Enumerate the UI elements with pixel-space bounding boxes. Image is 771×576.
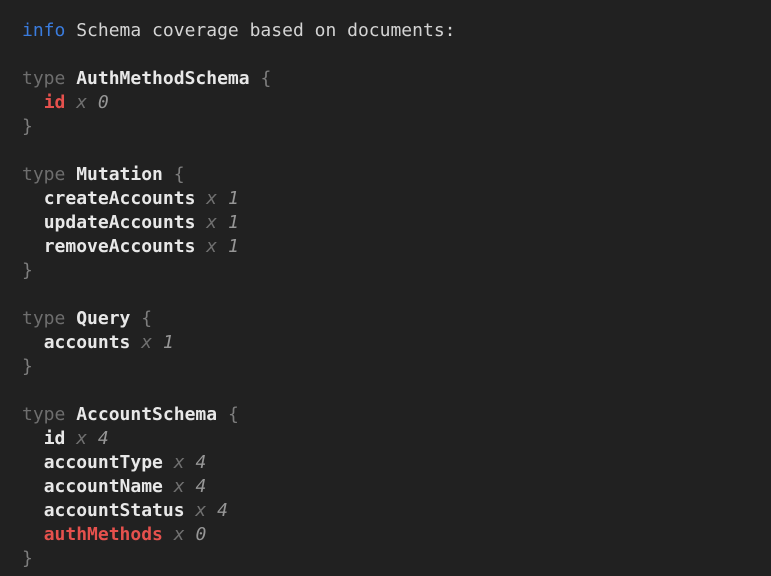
times-symbol: x bbox=[174, 524, 185, 545]
terminal-output: info Schema coverage based on documents:… bbox=[0, 0, 771, 576]
field-coverage-line: authMethods x 0 bbox=[22, 523, 763, 547]
type-keyword: type bbox=[22, 404, 65, 425]
field-name: id bbox=[44, 428, 66, 449]
field-coverage-line: updateAccounts x 1 bbox=[22, 211, 763, 235]
type-declaration-line: type AccountSchema { bbox=[22, 403, 763, 427]
times-symbol: x bbox=[206, 212, 217, 233]
closing-brace-line: } bbox=[22, 547, 763, 571]
hit-count: 4 bbox=[195, 452, 206, 473]
blank-line bbox=[22, 43, 763, 67]
closing-brace-line: } bbox=[22, 355, 763, 379]
field-coverage-line: accountType x 4 bbox=[22, 451, 763, 475]
type-keyword: type bbox=[22, 164, 65, 185]
times-symbol: x bbox=[76, 428, 87, 449]
hit-count: 1 bbox=[228, 188, 239, 209]
field-name: removeAccounts bbox=[44, 236, 196, 257]
closing-brace-line: } bbox=[22, 259, 763, 283]
hit-count: 4 bbox=[217, 500, 228, 521]
field-name: accounts bbox=[44, 332, 131, 353]
type-name: Mutation bbox=[76, 164, 163, 185]
type-name: AccountSchema bbox=[76, 404, 217, 425]
field-name: authMethods bbox=[44, 524, 163, 545]
close-brace: } bbox=[22, 356, 33, 377]
field-coverage-line: accounts x 1 bbox=[22, 331, 763, 355]
type-declaration-line: type Mutation { bbox=[22, 163, 763, 187]
field-name: id bbox=[44, 92, 66, 113]
open-brace: { bbox=[228, 404, 239, 425]
field-coverage-line: createAccounts x 1 bbox=[22, 187, 763, 211]
info-line: info Schema coverage based on documents: bbox=[22, 19, 763, 43]
close-brace: } bbox=[22, 260, 33, 281]
field-name: accountStatus bbox=[44, 500, 185, 521]
open-brace: { bbox=[174, 164, 185, 185]
times-symbol: x bbox=[141, 332, 152, 353]
hit-count: 0 bbox=[98, 92, 109, 113]
field-name: accountType bbox=[44, 452, 163, 473]
type-keyword: type bbox=[22, 68, 65, 89]
field-name: updateAccounts bbox=[44, 212, 196, 233]
field-coverage-line: accountName x 4 bbox=[22, 475, 763, 499]
times-symbol: x bbox=[206, 236, 217, 257]
info-message: Schema coverage based on documents: bbox=[76, 20, 455, 41]
type-keyword: type bbox=[22, 308, 65, 329]
times-symbol: x bbox=[174, 452, 185, 473]
open-brace: { bbox=[260, 68, 271, 89]
field-name: accountName bbox=[44, 476, 163, 497]
type-name: Query bbox=[76, 308, 130, 329]
hit-count: 4 bbox=[195, 476, 206, 497]
hit-count: 1 bbox=[163, 332, 174, 353]
field-name: createAccounts bbox=[44, 188, 196, 209]
times-symbol: x bbox=[206, 188, 217, 209]
field-coverage-line: id x 0 bbox=[22, 91, 763, 115]
type-declaration-line: type Query { bbox=[22, 307, 763, 331]
blank-line bbox=[22, 379, 763, 403]
times-symbol: x bbox=[195, 500, 206, 521]
blank-line bbox=[22, 283, 763, 307]
times-symbol: x bbox=[174, 476, 185, 497]
type-name: AuthMethodSchema bbox=[76, 68, 249, 89]
hit-count: 0 bbox=[195, 524, 206, 545]
close-brace: } bbox=[22, 116, 33, 137]
hit-count: 1 bbox=[228, 212, 239, 233]
type-declaration-line: type AuthMethodSchema { bbox=[22, 67, 763, 91]
field-coverage-line: removeAccounts x 1 bbox=[22, 235, 763, 259]
times-symbol: x bbox=[76, 92, 87, 113]
close-brace: } bbox=[22, 548, 33, 569]
closing-brace-line: } bbox=[22, 115, 763, 139]
open-brace: { bbox=[141, 308, 152, 329]
blank-line bbox=[22, 139, 763, 163]
hit-count: 4 bbox=[98, 428, 109, 449]
hit-count: 1 bbox=[228, 236, 239, 257]
field-coverage-line: accountStatus x 4 bbox=[22, 499, 763, 523]
field-coverage-line: id x 4 bbox=[22, 427, 763, 451]
info-label: info bbox=[22, 20, 65, 41]
